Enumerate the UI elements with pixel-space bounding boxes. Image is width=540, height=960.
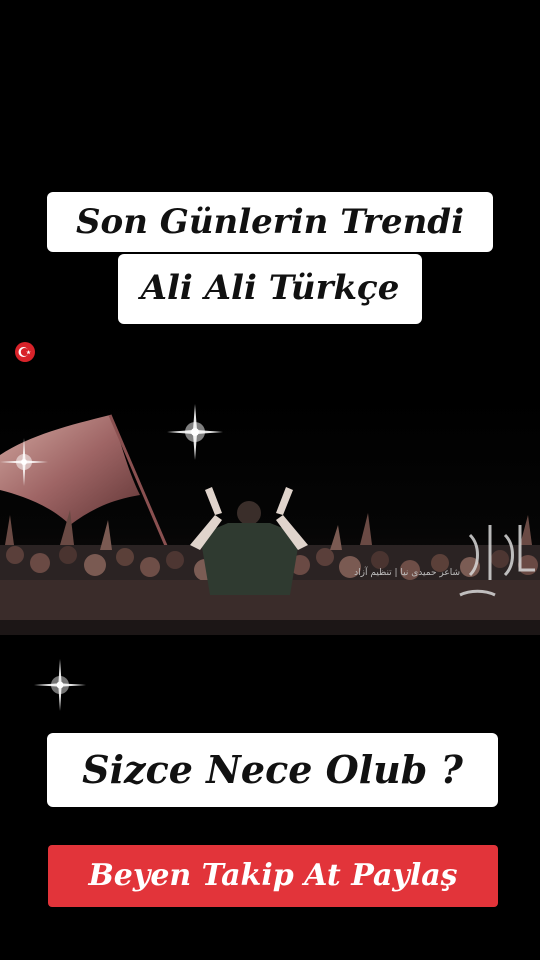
- sparkle-icon: [0, 438, 48, 486]
- video-frame: Son Günlerin Trendi Ali Ali Türkçe شاعر …: [0, 0, 540, 960]
- crowd-photo: [0, 395, 540, 635]
- call-to-action-banner: Beyen Takip At Paylaş: [48, 845, 498, 907]
- sparkle-icon: [34, 659, 86, 711]
- title-caption-line-1: Son Günlerin Trendi: [47, 192, 493, 252]
- credits-watermark: شاعر حمیدی نیا | تنظیم آزاد: [354, 568, 460, 578]
- title-caption-line-2: Ali Ali Türkçe: [118, 254, 422, 324]
- sparkle-icon: [167, 404, 223, 460]
- question-caption: Sizce Nece Olub ?: [47, 733, 498, 807]
- turkey-flag-icon: [15, 342, 35, 362]
